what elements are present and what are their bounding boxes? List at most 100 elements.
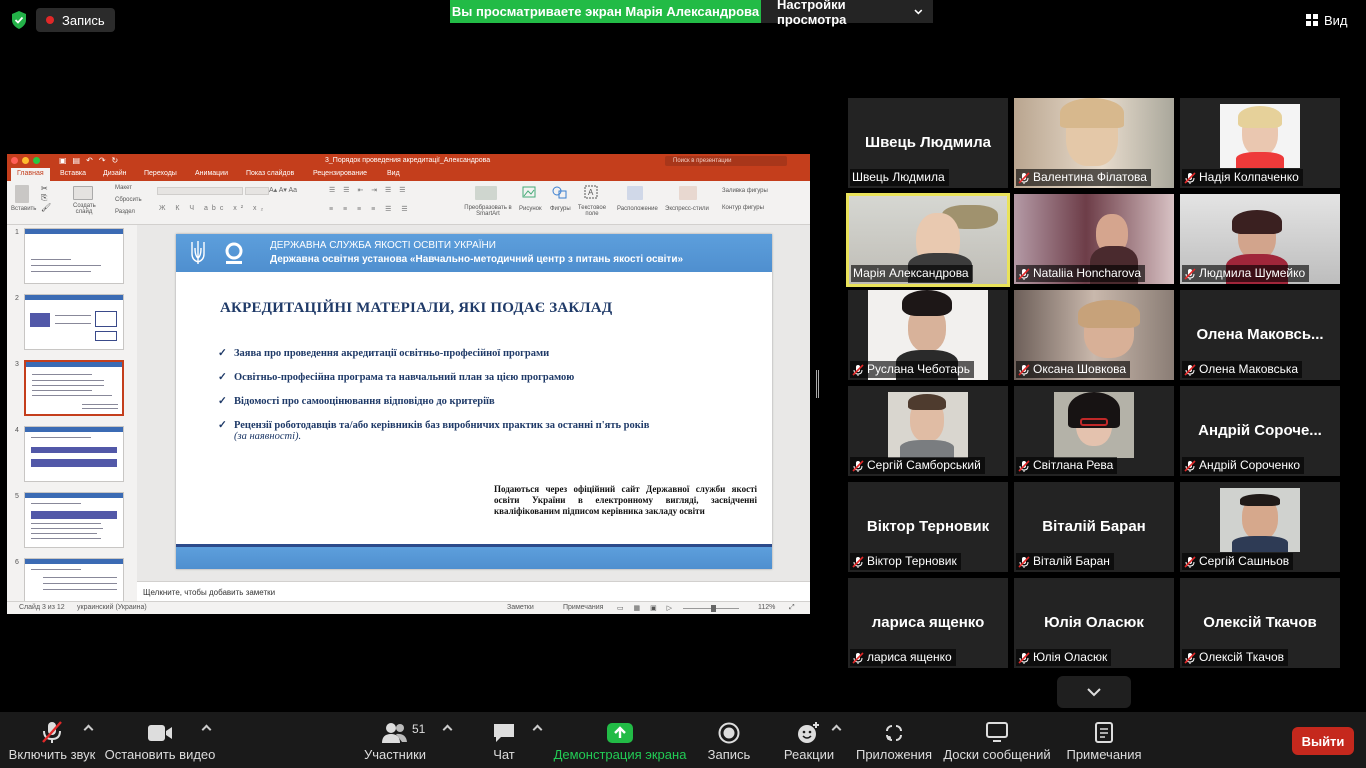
participant-tile[interactable]: Сергій Самборський — [848, 386, 1008, 476]
participant-tile[interactable]: Андрій Сороче... Андрій Сороченко — [1180, 386, 1340, 476]
tab-design[interactable]: Дизайн — [103, 170, 127, 177]
list-icons[interactable]: ☰ ☰ ⇤ ⇥ ☰ ☰ — [329, 186, 409, 194]
apps-button[interactable]: Приложения — [856, 712, 932, 768]
slide-thumbnail-1[interactable] — [24, 228, 124, 284]
arrange-icon[interactable] — [627, 186, 643, 200]
stop-video-button[interactable]: Остановить видео — [105, 712, 215, 768]
reset-label[interactable]: Сбросить — [115, 197, 142, 203]
slide-thumbnail-6[interactable] — [24, 558, 124, 602]
whiteboards-button[interactable]: Доски сообщений — [943, 712, 1051, 768]
security-shield-icon[interactable] — [10, 10, 28, 30]
participant-tile-active-speaker[interactable]: Марія Александрова — [846, 193, 1010, 287]
participant-tile[interactable]: Швець Людмила Швець Людмила — [848, 98, 1008, 188]
tab-review[interactable]: Рецензирование — [313, 170, 367, 177]
shapes-icon[interactable] — [551, 185, 567, 199]
share-screen-button[interactable]: Демонстрация экрана — [554, 712, 686, 768]
maximize-window-icon[interactable] — [33, 157, 40, 164]
participant-display-name: Швець Людмила — [865, 134, 991, 151]
smartart-label[interactable]: Преобразовать в SmartArt — [463, 205, 513, 217]
gallery-next-page-button[interactable] — [1057, 676, 1131, 708]
reactions-smiley-icon — [798, 722, 819, 743]
tab-insert[interactable]: Вставка — [60, 170, 86, 177]
unmute-label: Включить звук — [8, 747, 96, 762]
tab-transitions[interactable]: Переходы — [144, 170, 177, 177]
unmute-button[interactable]: Включить звук — [8, 712, 96, 768]
panel-splitter-handle[interactable] — [816, 370, 819, 398]
section-label[interactable]: Раздел — [115, 209, 135, 215]
participant-tile[interactable]: лариса ященко лариса ященко — [848, 578, 1008, 668]
ppt-search-box[interactable]: Поиск в презентации — [665, 156, 787, 166]
participant-name-tag: Оксана Шовкова — [1016, 361, 1131, 378]
tab-view[interactable]: Вид — [387, 170, 400, 177]
picture-label[interactable]: Рисунок — [519, 206, 542, 212]
close-window-icon[interactable] — [11, 157, 18, 164]
zoom-slider-thumb[interactable] — [711, 605, 716, 612]
chat-button[interactable]: Чат — [484, 712, 524, 768]
font-style-icons[interactable]: Ж К Ч abc x² x₂ — [159, 205, 267, 212]
comments-toggle[interactable]: Примечания — [563, 604, 603, 611]
new-slide-icon[interactable] — [73, 186, 93, 200]
fit-slide-icon[interactable]: ⤢ — [789, 604, 795, 612]
participant-tile[interactable]: Сергій Сашньов — [1180, 482, 1340, 572]
paste-label[interactable]: Вставить — [11, 206, 36, 212]
participants-button[interactable]: 51 Участники — [362, 712, 428, 768]
new-slide-label[interactable]: Создать слайд — [73, 203, 96, 215]
window-controls[interactable] — [11, 157, 40, 164]
textbox-label[interactable]: Текстовое поле — [577, 205, 607, 217]
quick-access-icons[interactable]: ▣▤↶↷↻ — [59, 156, 124, 165]
tab-slideshow[interactable]: Показ слайдов — [246, 170, 294, 177]
tab-home[interactable]: Главная — [11, 168, 50, 181]
font-size-select[interactable] — [245, 187, 269, 195]
participant-tile[interactable]: Валентина Філатова — [1014, 98, 1174, 188]
participant-display-name: Віктор Терновик — [866, 518, 990, 535]
layout-label[interactable]: Макет — [115, 185, 132, 191]
participant-tile[interactable]: Надія Колпаченко — [1180, 98, 1340, 188]
slide-thumbnail-5[interactable] — [24, 492, 124, 548]
speaker-notes-field[interactable]: Щелкните, чтобы добавить заметки — [137, 581, 810, 601]
arrange-label[interactable]: Расположение — [617, 206, 658, 212]
shape-fill-label[interactable]: Заливка фигуры — [722, 188, 768, 194]
record-button[interactable]: Запись — [704, 712, 754, 768]
zoom-level[interactable]: 112% — [758, 604, 775, 611]
participant-tile[interactable]: Віктор Терновик Віктор Терновик — [848, 482, 1008, 572]
notes-toggle[interactable]: Заметки — [507, 604, 534, 611]
participant-tile[interactable]: Nataliia Honcharova — [1014, 194, 1174, 284]
align-icons[interactable]: ≡ ≡ ≡ ≡ ☰ ☰ — [329, 205, 412, 213]
reactions-button[interactable]: Реакции — [784, 712, 834, 768]
chat-options-caret-icon[interactable] — [532, 724, 543, 735]
leave-meeting-button[interactable]: Выйти — [1292, 727, 1354, 755]
slide-thumbnail-4[interactable] — [24, 426, 124, 482]
notes-button[interactable]: Примечания — [1066, 712, 1142, 768]
picture-icon[interactable] — [522, 185, 536, 199]
paste-icon[interactable] — [15, 185, 29, 203]
muted-mic-icon — [852, 363, 864, 376]
language-indicator[interactable]: украинский (Украина) — [77, 604, 147, 611]
shape-outline-label[interactable]: Контур фигуры — [722, 205, 764, 211]
textbox-icon[interactable]: A — [584, 185, 598, 199]
participant-tile[interactable]: Віталій Баран Віталій Баран — [1014, 482, 1174, 572]
recording-indicator[interactable]: Запись — [36, 8, 115, 32]
font-grow-shrink-icons[interactable]: A▴ A▾ Aa — [269, 186, 297, 194]
participant-tile[interactable]: Людмила Шумейко — [1180, 194, 1340, 284]
view-options-button[interactable]: Настройки просмотра — [761, 0, 933, 27]
participant-tile[interactable]: Олексій Ткачов Олексій Ткачов — [1180, 578, 1340, 668]
participant-tile[interactable]: Світлана Рева — [1014, 386, 1174, 476]
minimize-window-icon[interactable] — [22, 157, 29, 164]
participant-tile[interactable]: Юлія Оласюк Юлія Оласюк — [1014, 578, 1174, 668]
clipboard-tools-icon[interactable]: ✂ ⎘ 🖌 — [41, 184, 51, 214]
participant-tile[interactable]: Олена Маковсь... Олена Маковська — [1180, 290, 1340, 380]
slide-thumbnail-3[interactable] — [24, 360, 124, 416]
participant-tile[interactable]: Руслана Чеботарь — [848, 290, 1008, 380]
tab-animations[interactable]: Анимации — [195, 170, 228, 177]
view-button[interactable]: Вид — [1306, 9, 1348, 31]
shapes-label[interactable]: Фигуры — [550, 206, 571, 212]
quick-styles-label[interactable]: Экспресс-стили — [665, 206, 709, 212]
participant-tile[interactable]: Оксана Шовкова — [1014, 290, 1174, 380]
font-name-select[interactable] — [157, 187, 243, 195]
smartart-icon[interactable] — [475, 186, 497, 200]
participants-options-caret-icon[interactable] — [442, 724, 453, 735]
quick-styles-icon[interactable] — [679, 186, 697, 200]
muted-mic-icon — [1018, 651, 1030, 664]
slide-thumbnail-2[interactable] — [24, 294, 124, 350]
view-mode-icons[interactable]: ▭ ▦ ▣ ▷ — [617, 604, 676, 612]
